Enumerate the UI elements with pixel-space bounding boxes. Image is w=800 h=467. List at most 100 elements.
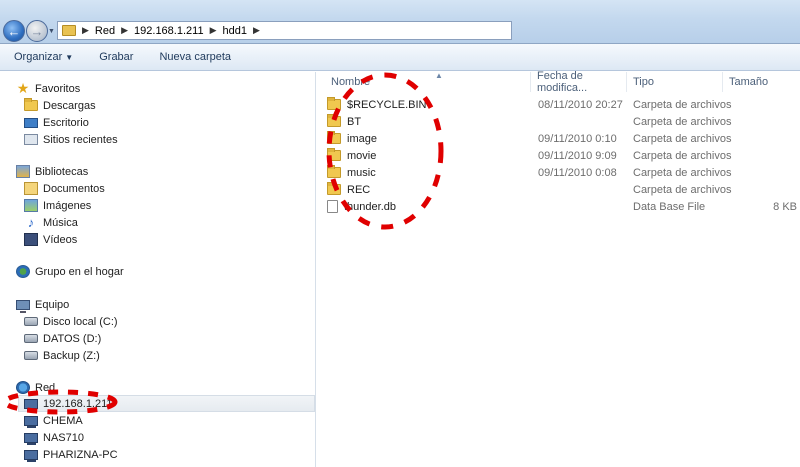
arrow-left-icon: ← (7, 23, 21, 39)
nav-recent-places[interactable]: Sitios recientes (24, 131, 118, 148)
file-type: Data Base File (633, 200, 706, 213)
nav-label: Escritorio (43, 116, 89, 129)
file-name-cell: thunder.db (327, 198, 396, 215)
nav-libraries[interactable]: Bibliotecas (16, 163, 88, 180)
nav-network[interactable]: Red (16, 379, 55, 396)
homegroup-icon (16, 265, 30, 278)
documents-icon (24, 182, 38, 195)
music-note-icon: ♪ (27, 215, 35, 230)
desktop-icon (24, 117, 38, 128)
file-name: thunder.db (344, 200, 396, 213)
nav-label: Equipo (35, 298, 70, 311)
organize-button[interactable]: Organizar ▼ (14, 51, 73, 63)
network-computer-icon (24, 398, 38, 411)
chevron-right-icon[interactable]: ▶ (210, 25, 217, 36)
new-folder-button[interactable]: Nueva carpeta (159, 51, 231, 63)
videos-icon (24, 233, 38, 246)
breadcrumb-red[interactable]: Red (95, 25, 115, 37)
file-name-cell: REC (327, 181, 370, 198)
chevron-right-icon[interactable]: ▶ (253, 25, 260, 36)
recent-places-icon (24, 134, 38, 145)
nav-label: Documentos (43, 182, 105, 195)
recent-pages-dropdown[interactable]: ▼ (48, 28, 55, 35)
nav-disk-d[interactable]: DATOS (D:) (24, 330, 101, 347)
file-name-cell: BT (327, 113, 361, 130)
nav-computer[interactable]: Equipo (16, 296, 69, 313)
file-date: 08/11/2010 20:27 (538, 98, 623, 111)
nav-label: DATOS (D:) (43, 332, 102, 345)
nav-label: Música (43, 216, 78, 229)
column-type-label: Tipo (633, 76, 654, 88)
nav-label: Descargas (43, 99, 96, 112)
record-button[interactable]: Grabar (99, 51, 133, 63)
arrow-right-icon: → (30, 23, 44, 39)
nav-images[interactable]: Imágenes (24, 197, 91, 214)
nav-label: Bibliotecas (35, 165, 89, 178)
file-type: Carpeta de archivos (633, 183, 732, 196)
nav-host-chema[interactable]: CHEMA (24, 412, 83, 429)
column-header-date[interactable]: Fecha de modifica... (531, 70, 627, 94)
forward-button[interactable]: → (26, 20, 48, 42)
back-button[interactable]: ← (3, 20, 25, 42)
folder-icon (327, 131, 341, 144)
file-name-cell: movie (327, 147, 376, 164)
folder-icon (327, 165, 341, 178)
chevron-right-icon[interactable]: ▶ (121, 25, 128, 36)
nav-host-pharizna-pc[interactable]: PHARIZNA-PC (24, 446, 118, 463)
column-header-type[interactable]: Tipo (627, 72, 723, 92)
file-row[interactable]: thunder.db Data Base File 8 KB (327, 198, 797, 215)
file-type: Carpeta de archivos (633, 98, 732, 111)
file-row[interactable]: $RECYCLE.BIN 08/11/2010 20:27 Carpeta de… (327, 96, 797, 113)
organize-label: Organizar (14, 51, 63, 63)
chevron-down-icon: ▼ (48, 28, 55, 35)
file-row[interactable]: movie 09/11/2010 9:09 Carpeta de archivo… (327, 147, 797, 164)
chevron-right-icon[interactable]: ▶ (82, 25, 89, 36)
network-computer-icon (24, 432, 38, 445)
column-header-size[interactable]: Tamaño (723, 72, 793, 92)
computer-icon (16, 299, 30, 313)
nav-label: Sitios recientes (43, 133, 118, 146)
file-row[interactable]: REC Carpeta de archivos (327, 181, 797, 198)
libraries-icon (16, 165, 30, 178)
nav-label: Red (35, 381, 56, 394)
folder-icon (327, 182, 341, 195)
network-computer-icon (24, 449, 38, 462)
file-row[interactable]: image 09/11/2010 0:10 Carpeta de archivo… (327, 130, 797, 147)
breadcrumb-hdd1[interactable]: hdd1 (222, 25, 246, 37)
breadcrumb-host[interactable]: 192.168.1.211 (134, 25, 204, 37)
file-type: Carpeta de archivos (633, 149, 732, 162)
file-name: image (347, 132, 377, 145)
file-name: movie (347, 149, 377, 162)
nav-homegroup[interactable]: Grupo en el hogar (16, 263, 124, 280)
nav-label: Imágenes (43, 199, 92, 212)
file-row[interactable]: music 09/11/2010 0:08 Carpeta de archivo… (327, 164, 797, 181)
navigation-pane: ★ Favoritos Descargas Escritorio Sitios … (0, 72, 316, 467)
file-type: Carpeta de archivos (633, 132, 732, 145)
star-icon: ★ (16, 80, 30, 96)
nav-favorites[interactable]: ★ Favoritos (16, 80, 81, 97)
nav-downloads[interactable]: Descargas (24, 97, 96, 114)
address-bar[interactable]: ▶ Red ▶ 192.168.1.211 ▶ hdd1 ▶ (57, 21, 512, 40)
file-name: $RECYCLE.BIN (347, 98, 427, 111)
nav-label: Favoritos (35, 82, 81, 95)
column-date-label: Fecha de modifica... (537, 70, 588, 94)
nav-host-192-168-1-211[interactable]: 192.168.1.211 (18, 395, 315, 412)
nav-disk-z[interactable]: Backup (Z:) (24, 347, 100, 364)
nav-music[interactable]: ♪ Música (24, 214, 78, 231)
nav-disk-c[interactable]: Disco local (C:) (24, 313, 118, 330)
column-size-label: Tamaño (729, 76, 769, 88)
title-bar: ← → ▼ ▶ Red ▶ 192.168.1.211 ▶ hdd1 ▶ (0, 0, 800, 44)
nav-label: PHARIZNA-PC (43, 448, 118, 461)
nav-documents[interactable]: Documentos (24, 180, 105, 197)
network-drive-icon (24, 351, 38, 360)
column-header-name[interactable]: Nombre ▲ (325, 71, 531, 92)
nav-host-nas710[interactable]: NAS710 (24, 429, 84, 446)
folder-icon (327, 148, 341, 161)
file-name-cell: image (327, 130, 377, 147)
file-row[interactable]: BT Carpeta de archivos (327, 113, 797, 130)
nav-label: Grupo en el hogar (35, 265, 124, 278)
nav-desktop[interactable]: Escritorio (24, 114, 89, 131)
folder-icon (327, 114, 341, 127)
nav-videos[interactable]: Vídeos (24, 231, 77, 248)
nav-label: CHEMA (43, 414, 83, 427)
